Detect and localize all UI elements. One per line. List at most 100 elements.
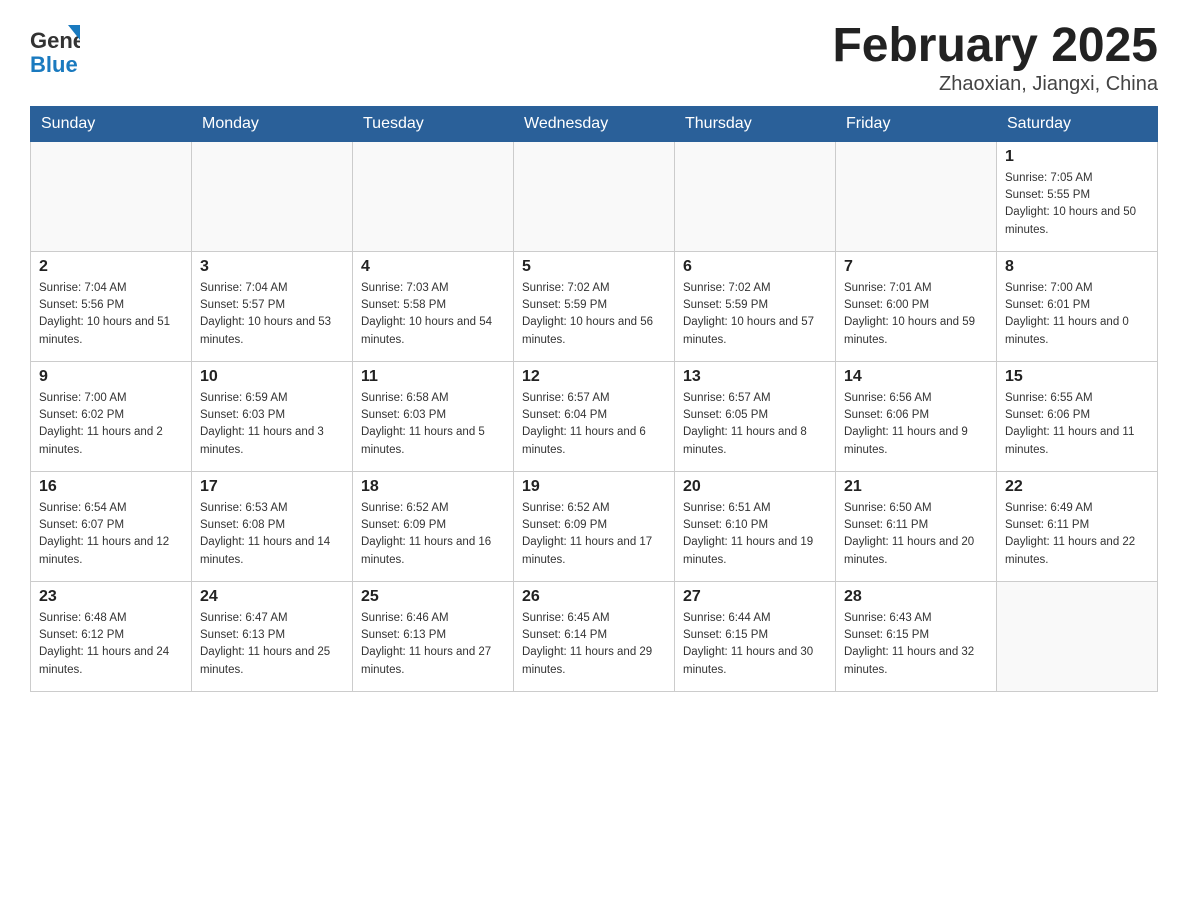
table-row: 16Sunrise: 6:54 AMSunset: 6:07 PMDayligh…	[31, 471, 192, 581]
calendar-week-row: 2Sunrise: 7:04 AMSunset: 5:56 PMDaylight…	[31, 251, 1158, 361]
day-info: Sunrise: 7:02 AMSunset: 5:59 PMDaylight:…	[683, 280, 827, 349]
svg-text:Blue: Blue	[30, 52, 78, 75]
day-number: 14	[844, 368, 988, 386]
day-info: Sunrise: 6:46 AMSunset: 6:13 PMDaylight:…	[361, 610, 505, 679]
title-area: February 2025 Zhaoxian, Jiangxi, China	[832, 20, 1158, 96]
day-number: 25	[361, 588, 505, 606]
table-row: 2Sunrise: 7:04 AMSunset: 5:56 PMDaylight…	[31, 251, 192, 361]
table-row: 12 Sunrise: 6:57 AMSunset: 6:04 PMDayligh…	[514, 361, 675, 471]
logo-icon: General Blue	[30, 20, 80, 75]
day-info: Sunrise: 7:03 AMSunset: 5:58 PMDaylight:…	[361, 280, 505, 349]
day-info: Sunrise: 6:51 AMSunset: 6:10 PMDaylight:…	[683, 500, 827, 569]
header-monday: Monday	[192, 106, 353, 141]
table-row: 8 Sunrise: 7:00 AMSunset: 6:01 PMDaylight…	[997, 251, 1158, 361]
day-info: Sunrise: 7:02 AMSunset: 5:59 PMDaylight:…	[522, 280, 666, 349]
day-info: Sunrise: 6:43 AMSunset: 6:15 PMDaylight:…	[844, 610, 988, 679]
table-row: 1Sunrise: 7:05 AMSunset: 5:55 PMDaylight…	[997, 141, 1158, 251]
table-row: 18Sunrise: 6:52 AMSunset: 6:09 PMDayligh…	[353, 471, 514, 581]
day-info: Sunrise: 6:49 AMSunset: 6:11 PMDaylight:…	[1005, 500, 1149, 569]
day-info: Sunrise: 6:47 AMSunset: 6:13 PMDaylight:…	[200, 610, 344, 679]
day-number: 4	[361, 258, 505, 276]
table-row: 15 Sunrise: 6:55 AMSunset: 6:06 PMDayligh…	[997, 361, 1158, 471]
day-number: 22	[1005, 478, 1149, 496]
day-info: Sunrise: 7:04 AMSunset: 5:57 PMDaylight:…	[200, 280, 344, 349]
day-number: 27	[683, 588, 827, 606]
day-info: Sunrise: 6:53 AMSunset: 6:08 PMDaylight:…	[200, 500, 344, 569]
day-number: 5	[522, 258, 666, 276]
table-row	[675, 141, 836, 251]
day-number: 8	[1005, 258, 1149, 276]
calendar-table: Sunday Monday Tuesday Wednesday Thursday…	[30, 106, 1158, 692]
table-row: 6 Sunrise: 7:02 AMSunset: 5:59 PMDaylight…	[675, 251, 836, 361]
day-number: 11	[361, 368, 505, 386]
table-row: 3 Sunrise: 7:04 AMSunset: 5:57 PMDaylight…	[192, 251, 353, 361]
svg-text:General: General	[30, 28, 80, 53]
day-number: 12	[522, 368, 666, 386]
day-info: Sunrise: 6:44 AMSunset: 6:15 PMDaylight:…	[683, 610, 827, 679]
day-number: 19	[522, 478, 666, 496]
day-info: Sunrise: 6:52 AMSunset: 6:09 PMDaylight:…	[522, 500, 666, 569]
page-header: General Blue February 2025 Zhaoxian, Jia…	[30, 20, 1158, 96]
calendar-week-row: 1Sunrise: 7:05 AMSunset: 5:55 PMDaylight…	[31, 141, 1158, 251]
table-row: 13 Sunrise: 6:57 AMSunset: 6:05 PMDayligh…	[675, 361, 836, 471]
table-row: 4 Sunrise: 7:03 AMSunset: 5:58 PMDaylight…	[353, 251, 514, 361]
header-sunday: Sunday	[31, 106, 192, 141]
day-info: Sunrise: 7:04 AMSunset: 5:56 PMDaylight:…	[39, 280, 183, 349]
day-info: Sunrise: 6:57 AMSunset: 6:04 PMDaylight:…	[522, 390, 666, 459]
header-tuesday: Tuesday	[353, 106, 514, 141]
day-info: Sunrise: 7:00 AMSunset: 6:01 PMDaylight:…	[1005, 280, 1149, 349]
table-row: 14 Sunrise: 6:56 AMSunset: 6:06 PMDayligh…	[836, 361, 997, 471]
table-row: 17Sunrise: 6:53 AMSunset: 6:08 PMDayligh…	[192, 471, 353, 581]
calendar-week-row: 9 Sunrise: 7:00 AMSunset: 6:02 PMDaylight…	[31, 361, 1158, 471]
month-title: February 2025	[832, 20, 1158, 73]
table-row: 9 Sunrise: 7:00 AMSunset: 6:02 PMDaylight…	[31, 361, 192, 471]
table-row	[192, 141, 353, 251]
table-row: 21 Sunrise: 6:50 AMSunset: 6:11 PMDayligh…	[836, 471, 997, 581]
day-number: 9	[39, 368, 183, 386]
table-row	[997, 581, 1158, 691]
table-row: 25 Sunrise: 6:46 AMSunset: 6:13 PMDayligh…	[353, 581, 514, 691]
table-row: 10 Sunrise: 6:59 AMSunset: 6:03 PMDayligh…	[192, 361, 353, 471]
day-info: Sunrise: 6:55 AMSunset: 6:06 PMDaylight:…	[1005, 390, 1149, 459]
day-info: Sunrise: 7:01 AMSunset: 6:00 PMDaylight:…	[844, 280, 988, 349]
day-info: Sunrise: 6:45 AMSunset: 6:14 PMDaylight:…	[522, 610, 666, 679]
day-number: 3	[200, 258, 344, 276]
day-info: Sunrise: 6:56 AMSunset: 6:06 PMDaylight:…	[844, 390, 988, 459]
table-row: 7 Sunrise: 7:01 AMSunset: 6:00 PMDaylight…	[836, 251, 997, 361]
location: Zhaoxian, Jiangxi, China	[832, 73, 1158, 96]
day-number: 15	[1005, 368, 1149, 386]
table-row: 20 Sunrise: 6:51 AMSunset: 6:10 PMDayligh…	[675, 471, 836, 581]
day-number: 13	[683, 368, 827, 386]
day-info: Sunrise: 7:00 AMSunset: 6:02 PMDaylight:…	[39, 390, 183, 459]
table-row: 26 Sunrise: 6:45 AMSunset: 6:14 PMDayligh…	[514, 581, 675, 691]
table-row	[31, 141, 192, 251]
day-number: 10	[200, 368, 344, 386]
day-number: 23	[39, 588, 183, 606]
table-row: 27 Sunrise: 6:44 AMSunset: 6:15 PMDayligh…	[675, 581, 836, 691]
table-row: 5 Sunrise: 7:02 AMSunset: 5:59 PMDaylight…	[514, 251, 675, 361]
day-number: 20	[683, 478, 827, 496]
day-number: 28	[844, 588, 988, 606]
day-info: Sunrise: 6:48 AMSunset: 6:12 PMDaylight:…	[39, 610, 183, 679]
day-info: Sunrise: 6:57 AMSunset: 6:05 PMDaylight:…	[683, 390, 827, 459]
table-row: 11Sunrise: 6:58 AMSunset: 6:03 PMDayligh…	[353, 361, 514, 471]
day-number: 7	[844, 258, 988, 276]
day-number: 6	[683, 258, 827, 276]
day-info: Sunrise: 6:59 AMSunset: 6:03 PMDaylight:…	[200, 390, 344, 459]
day-number: 16	[39, 478, 183, 496]
day-number: 24	[200, 588, 344, 606]
day-info: Sunrise: 7:05 AMSunset: 5:55 PMDaylight:…	[1005, 170, 1149, 239]
header-wednesday: Wednesday	[514, 106, 675, 141]
day-number: 26	[522, 588, 666, 606]
day-info: Sunrise: 6:52 AMSunset: 6:09 PMDaylight:…	[361, 500, 505, 569]
day-info: Sunrise: 6:50 AMSunset: 6:11 PMDaylight:…	[844, 500, 988, 569]
table-row: 23 Sunrise: 6:48 AMSunset: 6:12 PMDayligh…	[31, 581, 192, 691]
table-row	[353, 141, 514, 251]
header-thursday: Thursday	[675, 106, 836, 141]
table-row	[836, 141, 997, 251]
calendar-week-row: 23 Sunrise: 6:48 AMSunset: 6:12 PMDayligh…	[31, 581, 1158, 691]
day-number: 21	[844, 478, 988, 496]
header-saturday: Saturday	[997, 106, 1158, 141]
calendar-week-row: 16Sunrise: 6:54 AMSunset: 6:07 PMDayligh…	[31, 471, 1158, 581]
table-row: 28 Sunrise: 6:43 AMSunset: 6:15 PMDayligh…	[836, 581, 997, 691]
